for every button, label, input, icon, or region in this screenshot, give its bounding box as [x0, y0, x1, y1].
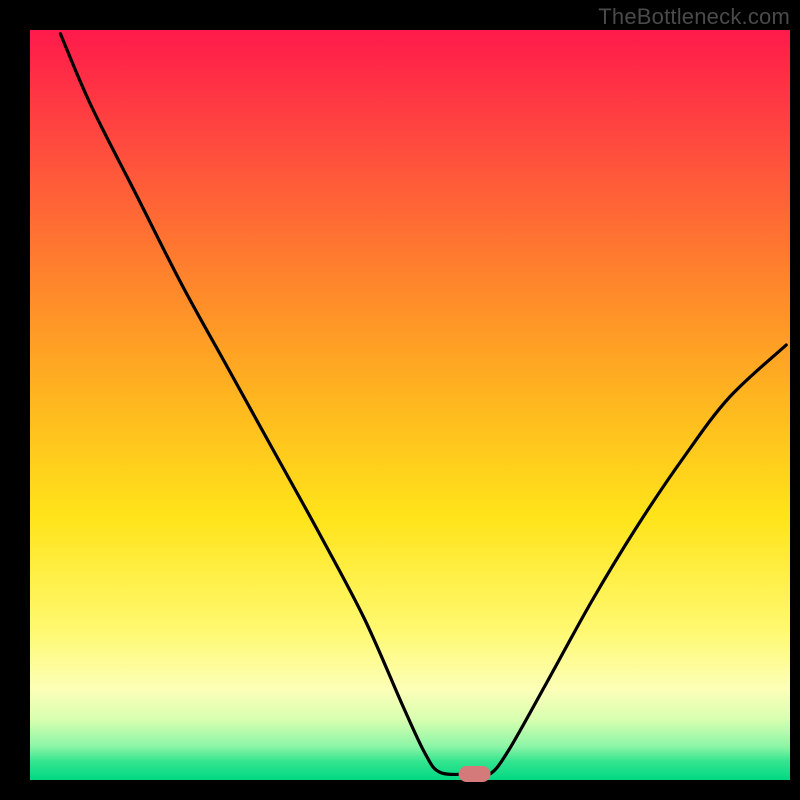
bottleneck-chart [0, 0, 800, 800]
optimal-marker [459, 766, 491, 782]
watermark-text: TheBottleneck.com [598, 4, 790, 30]
plot-gradient-background [30, 30, 790, 780]
chart-container: TheBottleneck.com [0, 0, 800, 800]
